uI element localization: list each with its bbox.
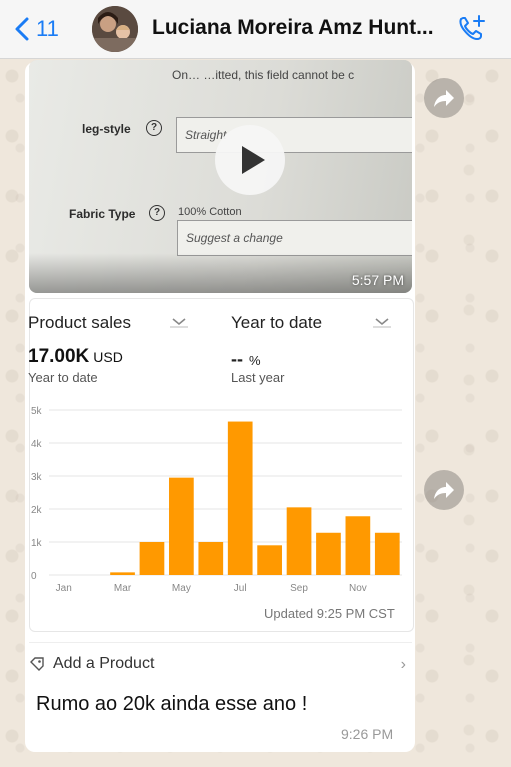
chevron-right-icon: › [400, 656, 406, 673]
chevron-left-icon [15, 17, 29, 41]
period-select[interactable]: Year to date [231, 313, 322, 333]
help-icon: ? [149, 205, 165, 221]
video-suggest-box: Suggest a change [177, 220, 412, 256]
video-message[interactable]: On… …itted, this field cannot be c leg-s… [29, 60, 412, 293]
chart-bar-jul [227, 421, 253, 575]
sales-currency: USD [93, 349, 123, 365]
sales-bar-chart: 0 1k 2k 3k 4k 5k Jan Mar May Jul Sep Nov [31, 406, 402, 594]
change-value: -- [231, 349, 243, 369]
add-call-button[interactable] [454, 12, 488, 46]
chart-bar-jun [198, 542, 224, 575]
y-tick-label: 0 [31, 571, 37, 582]
sales-total-caption: Year to date [28, 370, 98, 385]
change-percent: --% [231, 349, 261, 370]
message-caption: Rumo ao 20k ainda esse ano ! [36, 693, 308, 715]
y-tick-label: 2k [31, 505, 43, 516]
chart-bar-sep [286, 507, 312, 575]
contact-name[interactable]: Luciana Moreira Amz Hunt... [152, 16, 434, 40]
add-product-row[interactable]: Add a Product › [29, 642, 412, 685]
video-leg-style-label: leg-style [82, 122, 131, 136]
x-tick-label: Mar [114, 583, 132, 594]
chart-bar-dec [374, 532, 400, 575]
chevron-down-icon[interactable] [373, 316, 391, 328]
chart-bar-aug [257, 545, 282, 575]
y-tick-label: 4k [31, 439, 43, 450]
video-leg-style-box: Straight [176, 117, 412, 153]
video-fabric-type-value: 100% Cotton [178, 206, 242, 218]
y-tick-label: 3k [31, 472, 43, 483]
y-tick-label: 1k [31, 538, 43, 549]
forward-button[interactable] [424, 78, 464, 118]
sales-total: 17.00K USD [28, 346, 123, 368]
updated-timestamp: Updated 9:25 PM CST [264, 606, 395, 621]
video-time: 5:57 PM [351, 272, 404, 288]
play-button[interactable] [215, 125, 285, 195]
x-tick-label: Jan [56, 583, 72, 594]
y-tick-label: 5k [31, 406, 43, 417]
video-partial-text: On… …itted, this field cannot be c [172, 68, 355, 82]
chart-bar-mar [110, 572, 135, 575]
change-unit: % [249, 353, 261, 368]
chevron-down-icon[interactable] [170, 316, 188, 328]
help-icon: ? [146, 120, 162, 136]
forward-arrow-icon [434, 90, 454, 107]
play-icon [242, 146, 265, 174]
chart-bar-oct [316, 532, 341, 575]
avatar[interactable] [92, 6, 138, 52]
message-time: 9:26 PM [341, 726, 394, 742]
phone-plus-icon [459, 15, 485, 40]
x-tick-label: Nov [349, 583, 367, 594]
back-button[interactable]: 11 [12, 14, 59, 44]
change-caption: Last year [231, 370, 285, 385]
x-tick-label: Jul [234, 583, 247, 594]
x-tick-label: Sep [290, 583, 308, 594]
x-tick-label: May [172, 583, 191, 594]
video-fabric-type-label: Fabric Type [69, 207, 136, 221]
sales-total-value: 17.00K [28, 346, 90, 367]
unread-count: 11 [36, 16, 59, 41]
tag-icon [30, 657, 44, 671]
chart-bar-may [169, 477, 194, 575]
metric-select[interactable]: Product sales [28, 313, 131, 333]
chart-bar-apr [139, 542, 165, 575]
chat-header: 11 Luciana Moreira Amz Hunt... [0, 0, 511, 59]
forward-button[interactable] [424, 470, 464, 510]
add-product-label: Add a Product [53, 655, 155, 672]
chart-bar-nov [345, 516, 371, 575]
forward-arrow-icon [434, 482, 454, 499]
